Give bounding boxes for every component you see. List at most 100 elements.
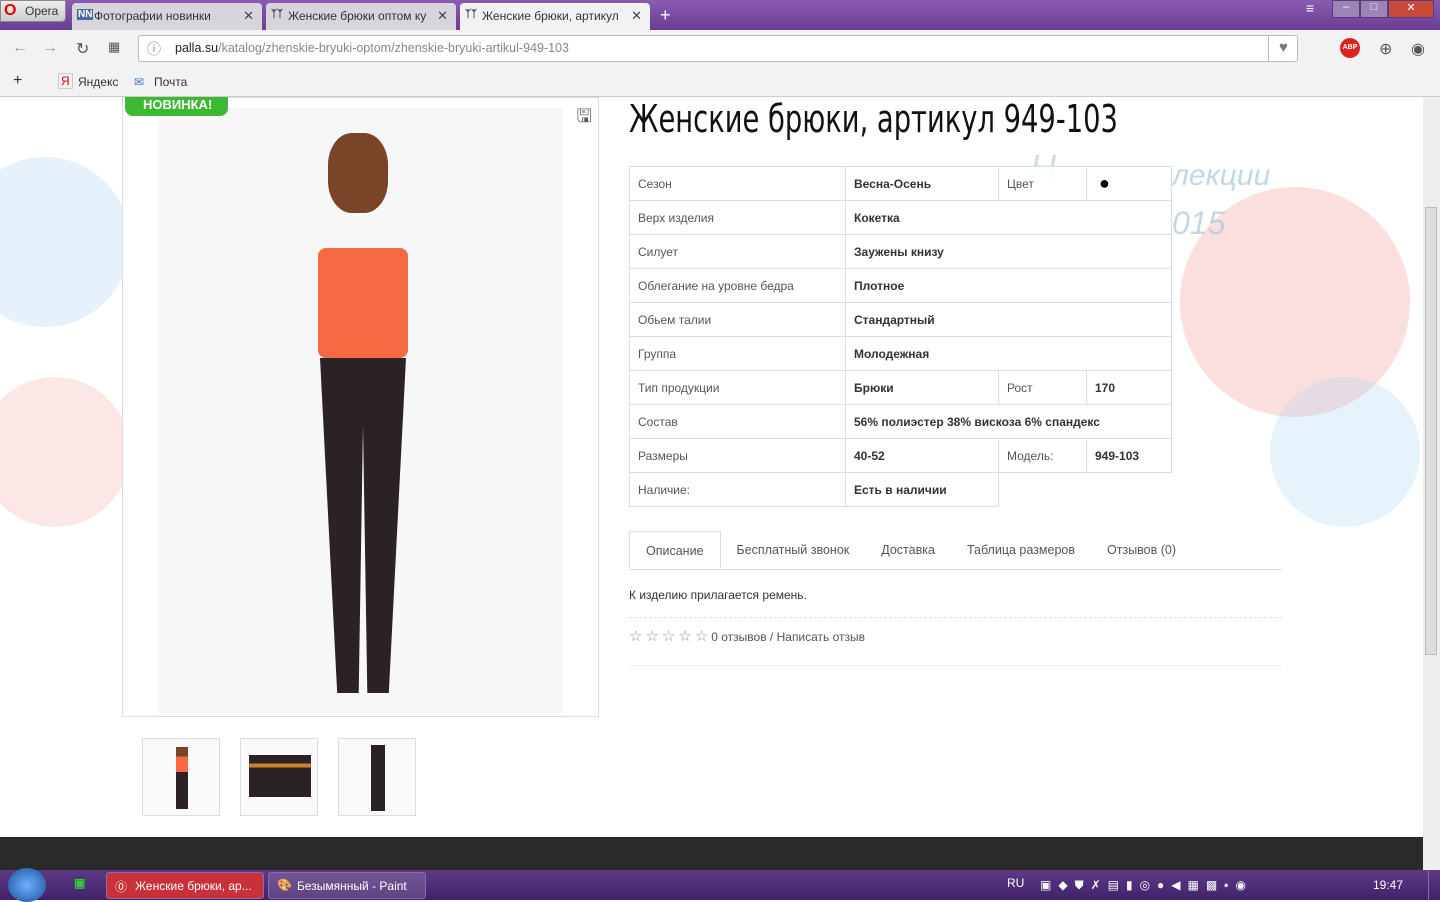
- spec-table: Сезон Весна-Осень Цвет ● Верх изделия Кокетк…: [629, 166, 1172, 507]
- url-path: /katalog/zhenskie-bryuki-optom/zhenskie-…: [218, 41, 569, 55]
- maximize-button[interactable]: □: [1360, 0, 1388, 18]
- tab-size-chart[interactable]: Таблица размеров: [951, 531, 1091, 569]
- product-tabs: Описание Бесплатный звонок Доставка Табл…: [629, 531, 1282, 570]
- thumbnail-full-model[interactable]: [142, 738, 220, 816]
- background-text: 015: [1172, 205, 1226, 241]
- language-indicator[interactable]: RU: [1007, 876, 1024, 890]
- spec-value: Плотное: [845, 268, 1172, 303]
- tab-menu-icon[interactable]: ≡: [1296, 0, 1324, 18]
- spec-row: Состав 56% полиэстер 38% вискоза 6% спанд…: [629, 404, 1172, 439]
- save-icon[interactable]: 🖫: [577, 104, 592, 134]
- account-icon[interactable]: ◉: [1411, 39, 1425, 59]
- star-icon: ☆: [694, 628, 709, 645]
- spec-value: Весна-Осень: [845, 166, 999, 201]
- page-footer: [0, 837, 1423, 870]
- adblock-icon[interactable]: ABP: [1340, 38, 1360, 58]
- palla-favicon-icon: ᛉᛉ: [465, 9, 477, 20]
- add-bookmark-icon[interactable]: +: [13, 72, 22, 90]
- taskbar: ▣ ⓪ Женские брюки, ар... 🎨 Безымянный - Pa…: [0, 868, 1440, 902]
- clock[interactable]: 19:47: [1373, 878, 1403, 892]
- tab-title: Женские брюки оптом ку: [288, 9, 427, 23]
- close-tab-icon[interactable]: ✕: [243, 8, 254, 24]
- download-icon[interactable]: ⊕: [1379, 39, 1392, 59]
- spec-label: Обьем талии: [629, 302, 846, 337]
- spec-label: Рост: [998, 370, 1087, 405]
- spec-value: 56% полиэстер 38% вискоза 6% спандекс: [845, 404, 1172, 439]
- mail-icon: ✉: [134, 75, 145, 89]
- forward-icon[interactable]: →: [42, 39, 58, 57]
- write-review-link[interactable]: 0 отзывов / Написать отзыв: [711, 630, 865, 644]
- tab-photos[interactable]: NN Фотографии новинки ✕: [72, 3, 262, 30]
- spec-row: Размеры 40-52 Модель: 949-103: [629, 438, 1172, 473]
- bookmark-heart-icon[interactable]: ♥: [1268, 35, 1298, 62]
- taskbar-opera-window[interactable]: ⓪ Женские брюки, ар...: [106, 872, 264, 899]
- new-badge: НОВИНКА!: [125, 97, 229, 116]
- bookmarks-bar: + Я Яндекс ✉ Почта: [0, 67, 1440, 97]
- site-info-icon[interactable]: ⓘ: [147, 39, 161, 59]
- background-text: лекции: [1172, 159, 1271, 192]
- opera-icon: ⓪: [115, 880, 128, 894]
- tab-delivery[interactable]: Доставка: [865, 531, 951, 569]
- back-icon[interactable]: ←: [12, 39, 28, 57]
- spec-row: Силует Заужены книзу: [629, 234, 1172, 269]
- spec-row: Группа Молодежная: [629, 336, 1172, 371]
- spec-row: Верх изделия Кокетка: [629, 200, 1172, 235]
- thumbnail-side-view[interactable]: [338, 738, 416, 816]
- spec-value: Заужены книзу: [845, 234, 1172, 269]
- spec-label: Состав: [629, 404, 846, 439]
- bookmark-yandex[interactable]: Яндекс: [78, 75, 118, 89]
- tab-pants-article[interactable]: ᛉᛉ Женские брюки, артикул ✕: [460, 3, 650, 30]
- close-tab-icon[interactable]: ✕: [437, 8, 448, 24]
- tab-reviews[interactable]: Отзывов (0): [1091, 531, 1192, 569]
- new-tab-icon[interactable]: +: [660, 5, 671, 26]
- rating: ☆ ☆ ☆ ☆ ☆ 0 отзывов / Написать отзыв: [629, 627, 865, 645]
- spec-row: Сезон Весна-Осень Цвет ●: [629, 166, 1172, 201]
- tab-pants-wholesale[interactable]: ᛉᛉ Женские брюки оптом ку ✕: [266, 3, 456, 30]
- opera-menu-button[interactable]: O Opera: [0, 0, 66, 22]
- page-scrollbar[interactable]: [1423, 97, 1440, 870]
- model-photo: [158, 108, 563, 713]
- opera-logo-icon: O: [4, 2, 17, 19]
- product-description: К изделию прилагается ремень.: [629, 588, 807, 602]
- scrollbar-thumb[interactable]: [1425, 207, 1437, 655]
- spec-value: Брюки: [845, 370, 999, 405]
- product-main-image[interactable]: 🖫: [122, 97, 599, 717]
- tab-title: Женские брюки, артикул: [482, 9, 619, 23]
- product-title: Женские брюки, артикул 949-103: [629, 97, 1118, 141]
- spec-row: Обьем талии Стандартный: [629, 302, 1172, 337]
- spec-value: Кокетка: [845, 200, 1172, 235]
- close-tab-icon[interactable]: ✕: [631, 8, 642, 24]
- minimize-button[interactable]: –: [1332, 0, 1360, 18]
- speed-dial-icon[interactable]: ▦: [108, 39, 120, 55]
- paint-icon: 🎨: [277, 878, 292, 892]
- bookmark-mail[interactable]: Почта: [154, 75, 187, 89]
- close-window-button[interactable]: ✕: [1388, 0, 1434, 18]
- system-tray-icons[interactable]: ▣◆⛊✗▤▮◎●◀▦▩▪◉: [1040, 878, 1253, 893]
- color-swatch-black[interactable]: ●: [1086, 166, 1172, 201]
- spec-value: 949-103: [1086, 438, 1172, 473]
- spec-value: 170: [1086, 370, 1172, 405]
- reload-icon[interactable]: ↻: [76, 39, 89, 59]
- address-bar[interactable]: ⓘ palla.su/katalog/zhenskie-bryuki-optom/…: [138, 35, 1298, 62]
- url-host: palla.su: [175, 41, 219, 55]
- nn-favicon-icon: NN: [77, 9, 94, 20]
- divider: [629, 665, 1282, 666]
- show-desktop-button[interactable]: [1428, 870, 1440, 900]
- spec-row: Тип продукции Брюки Рост 170: [629, 370, 1172, 405]
- excel-icon[interactable]: ▣: [74, 876, 85, 890]
- thumbnail-gallery: [142, 738, 416, 816]
- spec-value: 40-52: [845, 438, 999, 473]
- divider: [629, 617, 1282, 618]
- tab-free-call[interactable]: Бесплатный звонок: [721, 531, 866, 569]
- taskbar-window-label: Безымянный - Paint: [297, 879, 407, 893]
- start-button[interactable]: [8, 868, 46, 902]
- product-page: Н лекции 015 🖫 НОВИНКА! Женские брюки, а…: [0, 97, 1423, 837]
- spec-value: Есть в наличии: [845, 472, 999, 507]
- thumbnail-waist-detail[interactable]: [240, 738, 318, 816]
- browser-titlebar: O Opera NN Фотографии новинки ✕ ᛉᛉ Женские б…: [0, 0, 1440, 30]
- spec-label: Группа: [629, 336, 846, 371]
- star-icon: ☆: [629, 628, 643, 645]
- taskbar-paint-window[interactable]: 🎨 Безымянный - Paint: [268, 872, 426, 899]
- spec-label: Тип продукции: [629, 370, 846, 405]
- tab-description[interactable]: Описание: [629, 531, 721, 569]
